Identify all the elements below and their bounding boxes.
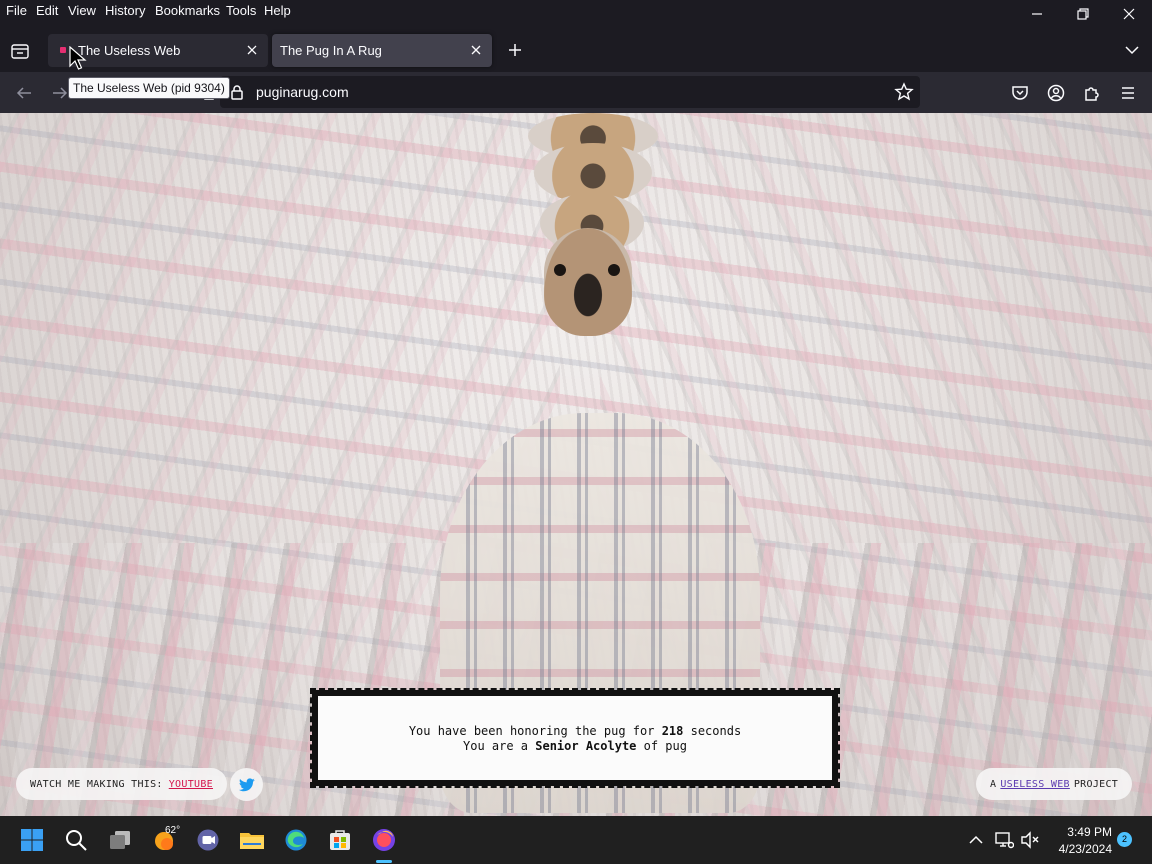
youtube-link[interactable]: YOUTUBE <box>169 779 213 790</box>
twitter-button[interactable] <box>230 768 263 801</box>
volume-muted-icon <box>1021 831 1039 849</box>
seconds-count: 218 <box>661 724 684 738</box>
pug-face-image <box>544 228 632 336</box>
pug-eye <box>608 264 620 276</box>
task-view-button[interactable] <box>104 824 136 856</box>
tab-pug-in-a-rug[interactable]: The Pug In A Rug <box>272 34 492 67</box>
notification-badge[interactable]: 2 <box>1117 832 1132 847</box>
account-button[interactable] <box>1043 80 1069 106</box>
tab-strip: The Useless Web The Pug In A Rug <box>0 28 1152 72</box>
app-menu-button[interactable] <box>1115 80 1141 106</box>
active-app-indicator <box>376 860 392 863</box>
firefox-button[interactable] <box>368 824 400 856</box>
store-button[interactable] <box>324 824 356 856</box>
arrow-right-icon <box>53 87 68 99</box>
new-tab-button[interactable] <box>504 39 526 61</box>
firefox-view-button[interactable] <box>10 41 30 61</box>
close-icon <box>1123 8 1135 20</box>
edge-browser-button[interactable] <box>280 824 312 856</box>
pocket-button[interactable] <box>1007 80 1033 106</box>
url-bar[interactable]: puginarug.com <box>220 76 920 108</box>
hamburger-menu-icon <box>1122 87 1134 99</box>
weather-temperature: 62° <box>165 825 181 836</box>
chevron-up-icon <box>969 835 983 844</box>
project-suffix: PROJECT <box>1073 778 1119 790</box>
menu-view[interactable]: View <box>68 3 96 19</box>
tab-close-button[interactable] <box>468 42 484 58</box>
pocket-icon <box>1012 86 1028 100</box>
web-content: You have been honoring the pug for 218 s… <box>0 113 1152 816</box>
menu-bar: File Edit View History Bookmarks Tools H… <box>0 0 1152 28</box>
search-button[interactable] <box>60 824 92 856</box>
star-icon[interactable] <box>894 82 914 102</box>
menu-tools[interactable]: Tools <box>226 3 256 19</box>
honor-time-text: You have been honoring the pug for 218 s… <box>408 724 742 738</box>
arrow-left-icon <box>16 87 31 99</box>
folder-icon <box>240 833 264 849</box>
extensions-button[interactable] <box>1079 80 1105 106</box>
watch-making-pill: WATCH ME MAKING THIS: YOUTUBE <box>16 768 227 800</box>
menu-help[interactable]: Help <box>264 3 291 19</box>
close-icon <box>247 45 257 55</box>
clock-date[interactable]: 4/23/2024 <box>1040 842 1112 856</box>
watch-label: WATCH ME MAKING THIS: <box>30 778 163 790</box>
plus-icon <box>509 44 521 56</box>
lock-icon <box>231 85 243 100</box>
mouse-cursor-icon <box>69 46 87 70</box>
account-icon <box>1047 84 1065 102</box>
start-button[interactable] <box>16 824 48 856</box>
useless-web-favicon-icon <box>60 47 66 53</box>
list-all-tabs-button[interactable] <box>1120 39 1144 61</box>
tab-title: The Useless Web <box>78 43 181 58</box>
firefox-view-icon <box>11 44 29 59</box>
rank-text: You are a Senior Acolyte of pug <box>463 739 687 753</box>
restore-button[interactable] <box>1060 0 1106 28</box>
search-icon <box>66 830 87 851</box>
puzzle-icon <box>1085 87 1099 101</box>
browser-window: File Edit View History Bookmarks Tools H… <box>0 0 1152 864</box>
store-icon <box>330 830 350 850</box>
chat-icon <box>197 829 219 851</box>
minimize-icon <box>1032 13 1042 15</box>
pug-honor-counter-box: You have been honoring the pug for 218 s… <box>310 688 840 788</box>
windows-taskbar: 62° 3:49 PM 4/23/2024 2 <box>0 816 1152 864</box>
restore-icon <box>1077 8 1089 20</box>
project-prefix: A <box>990 778 997 790</box>
chevron-down-icon <box>1125 46 1139 55</box>
edge-icon <box>285 829 307 851</box>
back-button[interactable] <box>11 80 37 106</box>
windows-logo-icon <box>21 829 43 851</box>
menu-file[interactable]: File <box>6 3 27 19</box>
clock-time[interactable]: 3:49 PM <box>1050 825 1112 839</box>
useless-web-link[interactable]: USELESS WEB <box>1000 779 1070 790</box>
rank-title: Senior Acolyte <box>535 739 637 753</box>
file-explorer-button[interactable] <box>236 824 268 856</box>
menu-history[interactable]: History <box>105 3 145 19</box>
tab-close-button[interactable] <box>244 42 260 58</box>
close-icon <box>471 45 481 55</box>
menu-bookmarks[interactable]: Bookmarks <box>155 3 220 19</box>
firefox-icon <box>373 829 395 851</box>
network-icon <box>995 832 1014 849</box>
minimize-button[interactable] <box>1014 0 1060 28</box>
twitter-icon <box>238 777 255 791</box>
pug-eye <box>554 264 566 276</box>
tab-title: The Pug In A Rug <box>280 43 382 58</box>
tab-tooltip: The Useless Web (pid 9304) <box>68 77 230 99</box>
useless-web-project-pill: A USELESS WEB PROJECT <box>976 768 1133 800</box>
menu-edit[interactable]: Edit <box>36 3 58 19</box>
url-text[interactable]: puginarug.com <box>256 84 349 100</box>
task-view-icon <box>110 831 130 849</box>
teams-chat-button[interactable] <box>192 824 224 856</box>
close-window-button[interactable] <box>1106 0 1152 28</box>
